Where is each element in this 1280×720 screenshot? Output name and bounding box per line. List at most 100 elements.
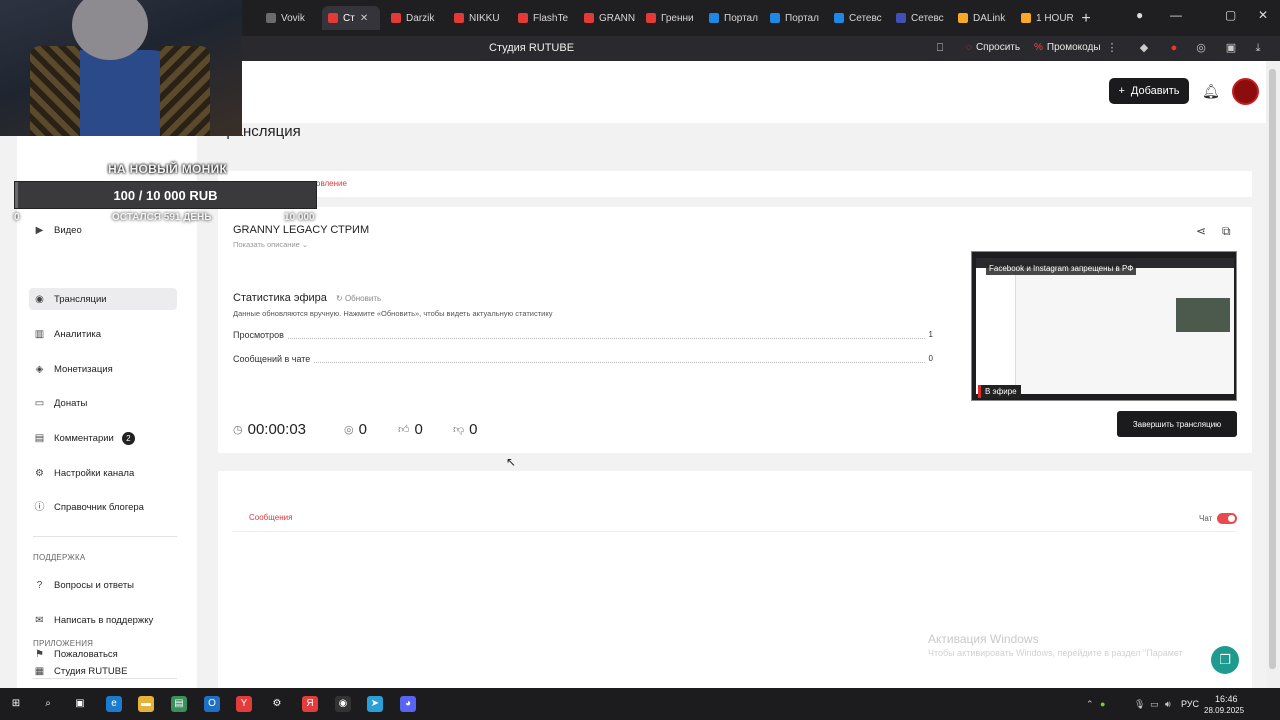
sidebar-item-write-support[interactable]: ✉ Написать в поддержку bbox=[29, 609, 177, 631]
network-icon[interactable]: ▭ bbox=[1150, 699, 1159, 710]
profile-icon[interactable]: ● bbox=[1136, 8, 1143, 22]
yandex-browser-icon[interactable]: Y bbox=[236, 696, 252, 712]
browser-tab[interactable]: Vovik bbox=[260, 6, 318, 30]
sidebar-item-blogger-guide[interactable]: ⓘ Справочник блогера bbox=[29, 496, 177, 518]
store-icon[interactable]: ▤ bbox=[171, 696, 187, 712]
preview-screen bbox=[976, 258, 1234, 394]
tab-label: FlashTe bbox=[533, 12, 569, 24]
thumbs-down-icon: 👎︎ bbox=[453, 424, 465, 436]
record-icon[interactable]: ● bbox=[1168, 42, 1180, 54]
donation-goal-title: НА НОВЫЙ МОНИК bbox=[108, 162, 228, 176]
browser-tab[interactable]: GRANN bbox=[578, 6, 636, 30]
close-window-icon[interactable]: ✕ bbox=[1258, 8, 1268, 22]
tray-chevron-icon[interactable]: ⌃ bbox=[1086, 699, 1094, 710]
tab-label: Гренни bbox=[661, 12, 694, 24]
tab-favicon-icon bbox=[454, 13, 464, 23]
tab-favicon-icon bbox=[770, 13, 780, 23]
chat-toggle-label: Чат bbox=[1199, 514, 1213, 523]
sidebar-item-broadcasts[interactable]: ◉ Трансляции bbox=[29, 288, 177, 310]
bell-icon[interactable]: 🔔︎ bbox=[1202, 83, 1220, 100]
stat-row-views: Просмотров 1 bbox=[233, 330, 933, 340]
browser-tab[interactable]: FlashTe bbox=[512, 6, 572, 30]
tab-favicon-icon bbox=[518, 13, 528, 23]
close-tab-icon[interactable]: ✕ bbox=[360, 13, 368, 24]
browser-tab[interactable]: Гренни bbox=[640, 6, 698, 30]
mail-icon: ✉ bbox=[35, 614, 44, 626]
studio-page: + Добавить 🔔︎ ▶ Видео ◉ Трансляции ▥ Аналити… bbox=[0, 61, 1280, 688]
show-description-link[interactable]: Показать описание ⌄ bbox=[233, 240, 308, 249]
browser-tab[interactable]: NIKKU bbox=[448, 6, 506, 30]
finish-stream-button[interactable]: Завершить трансляцию bbox=[1117, 411, 1237, 437]
tab-favicon-icon bbox=[391, 13, 401, 23]
tab-favicon-icon bbox=[584, 13, 594, 23]
browser-tab[interactable]: DALink bbox=[952, 6, 1010, 30]
browser-tab[interactable]: Сетевс bbox=[890, 6, 948, 30]
stream-card: GRANNY LEGACY СТРИМ Показать описание ⌄ … bbox=[218, 207, 1252, 453]
page-title-bar: Студия RUTUBE bbox=[489, 42, 575, 54]
avatar[interactable] bbox=[1232, 78, 1259, 105]
keyboard-language[interactable]: РУС bbox=[1181, 699, 1199, 709]
clock-date[interactable]: 28.09.2025 bbox=[1204, 706, 1244, 715]
yandex-icon[interactable]: Я bbox=[302, 696, 318, 712]
sidebar-item-monetization[interactable]: ◈ Монетизация bbox=[29, 358, 177, 380]
preview-banner: Facebook и Instagram запрещены в РФ bbox=[986, 262, 1137, 275]
settings-icon[interactable]: ⚙ bbox=[269, 696, 285, 712]
gear-icon: ⚙ bbox=[35, 467, 44, 479]
dotted-leader bbox=[233, 338, 933, 339]
telegram-icon[interactable]: ➤ bbox=[367, 696, 383, 712]
minimize-icon[interactable]: — bbox=[1170, 8, 1182, 22]
folder-icon[interactable]: ▬ bbox=[138, 696, 154, 712]
sidebar-item-channel-settings[interactable]: ⚙ Настройки канала bbox=[29, 462, 177, 484]
stream-preview[interactable]: Facebook и Instagram запрещены в РФ В эф… bbox=[971, 251, 1237, 401]
maximize-icon[interactable]: ▢ bbox=[1225, 8, 1236, 22]
more-icon[interactable]: ⋮ bbox=[1106, 42, 1118, 54]
sidebar-item-studio[interactable]: ▦ Студия RUTUBE bbox=[29, 660, 177, 682]
add-button[interactable]: + Добавить bbox=[1109, 78, 1189, 104]
stat-row-chat-messages: Сообщений в чате 0 bbox=[233, 354, 933, 364]
sidebar-item-comments[interactable]: ▤ Комментарии 2 bbox=[29, 427, 177, 449]
external-link-icon[interactable]: ⧉ bbox=[1222, 224, 1231, 239]
clock-time[interactable]: 16:46 bbox=[1215, 694, 1238, 704]
browser-tab[interactable]: 1 HOUR bbox=[1015, 6, 1073, 30]
obs-icon[interactable]: ◉ bbox=[335, 696, 351, 712]
chat-toggle[interactable] bbox=[1217, 513, 1237, 524]
download-icon[interactable]: ⤓ bbox=[1252, 42, 1264, 54]
outlook-icon[interactable]: O bbox=[204, 696, 220, 712]
task-view-icon[interactable]: ▣ bbox=[72, 696, 88, 712]
tab-favicon-icon bbox=[266, 13, 276, 23]
browser-tab[interactable]: Darzik bbox=[385, 6, 443, 30]
support-chat-button[interactable]: ❐ bbox=[1211, 646, 1239, 674]
search-icon[interactable]: ⌕ bbox=[40, 696, 56, 712]
sidebar-item-donations[interactable]: ▭ Донаты bbox=[29, 392, 177, 414]
promo-button[interactable]: % Промокоды bbox=[1034, 42, 1101, 53]
bookmark-icon[interactable]: ⎕ bbox=[934, 42, 946, 54]
sidebar-item-faq[interactable]: ? Вопросы и ответы bbox=[29, 574, 177, 596]
collections-icon[interactable]: ▣ bbox=[1225, 42, 1237, 54]
scrollbar-thumb[interactable] bbox=[1269, 69, 1276, 669]
new-tab-button[interactable]: + bbox=[1078, 11, 1094, 28]
browser-tab[interactable]: Сетевс bbox=[828, 6, 886, 30]
extension-icon[interactable]: ◆ bbox=[1138, 42, 1150, 54]
tray-app-icon[interactable]: ● bbox=[1100, 699, 1105, 709]
tab-label: Darzik bbox=[406, 12, 435, 24]
screenshot-icon[interactable]: ◎ bbox=[1195, 42, 1207, 54]
mouse-cursor: ↖ bbox=[506, 455, 517, 469]
browser-tab[interactable]: Портал bbox=[703, 6, 761, 30]
refresh-button[interactable]: ↻ Обновить bbox=[336, 294, 381, 303]
windows-start-icon[interactable]: ⊞ bbox=[8, 696, 24, 712]
likes-metric: 👍︎ 0 bbox=[398, 421, 423, 438]
microphone-icon[interactable]: 🎙︎ bbox=[1134, 699, 1145, 710]
play-icon: ▶ bbox=[35, 224, 44, 236]
webcam-jacket-right bbox=[160, 46, 210, 136]
discord-icon[interactable]: ◕ bbox=[400, 696, 416, 712]
volume-icon[interactable]: 🔊︎ bbox=[1165, 699, 1171, 710]
share-icon[interactable]: ⋖ bbox=[1196, 224, 1206, 238]
tab-active[interactable]: овление bbox=[316, 179, 347, 188]
browser-tab[interactable]: Портал bbox=[764, 6, 824, 30]
browser-tab[interactable]: Ст ✕ bbox=[322, 6, 380, 30]
preview-sidebar bbox=[976, 268, 1016, 394]
sidebar-item-analytics[interactable]: ▥ Аналитика bbox=[29, 323, 177, 345]
edge-icon[interactable]: e bbox=[106, 696, 122, 712]
tab-messages[interactable]: Сообщения bbox=[249, 513, 292, 522]
ask-button[interactable]: ◌ Спросить bbox=[966, 42, 1020, 53]
